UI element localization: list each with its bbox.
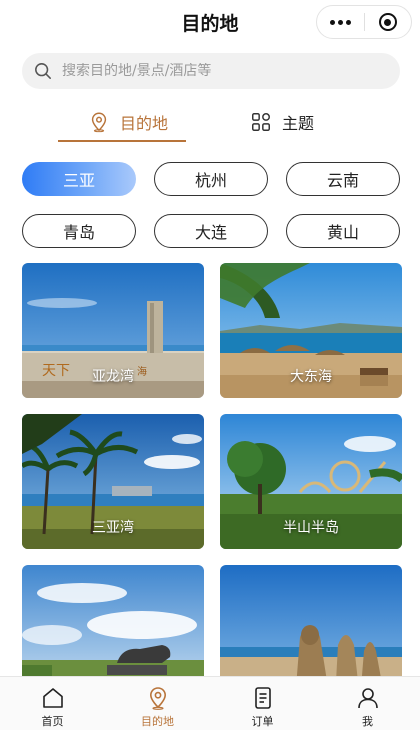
mini-program-capsule (316, 5, 412, 39)
map-pin-icon (91, 112, 107, 133)
header: 目的地 (0, 0, 420, 44)
tab-destination[interactable]: 目的地 (88, 100, 168, 144)
destination-label: 三亚湾 (92, 520, 134, 536)
chip-qingdao[interactable]: 青岛 (22, 214, 136, 248)
tabbar-label: 我 (362, 715, 373, 728)
chip-sanya[interactable]: 三亚 (22, 162, 136, 196)
destination-label: 大东海 (290, 369, 332, 385)
tabbar-item-destination[interactable]: 目的地 (105, 677, 210, 730)
tabbar-item-me[interactable]: 我 (315, 677, 420, 730)
tab-theme[interactable]: 主题 (250, 100, 314, 144)
chip-yunnan[interactable]: 云南 (286, 162, 400, 196)
tabbar-label: 订单 (251, 715, 274, 728)
destination-label: 亚龙湾 (92, 369, 134, 385)
chip-dalian[interactable]: 大连 (154, 214, 268, 248)
destination-card[interactable]: 三亚湾 (22, 414, 204, 549)
destination-label: 半山半岛 (283, 520, 339, 536)
user-icon (357, 688, 378, 709)
more-options-button[interactable] (317, 19, 364, 25)
close-mini-program-button[interactable] (365, 13, 412, 31)
tabbar-label: 目的地 (141, 715, 174, 728)
chip-huangshan[interactable]: 黄山 (286, 214, 400, 248)
dot-icon (329, 19, 335, 25)
city-chips: 三亚 杭州 云南 青岛 大连 黄山 (22, 162, 400, 248)
destination-card[interactable]: 天下 海 亚龙湾 (22, 263, 204, 398)
search-input[interactable] (62, 63, 362, 79)
search-icon (35, 63, 51, 79)
tab-theme-label: 主题 (282, 114, 315, 133)
map-pin-icon (149, 687, 166, 710)
destination-card[interactable]: 大东海 (220, 263, 402, 398)
search-bar[interactable] (22, 53, 400, 89)
page-title: 目的地 (181, 12, 239, 35)
tabbar-item-home[interactable]: 首页 (0, 677, 105, 730)
tab-destination-label: 目的地 (120, 114, 169, 133)
target-icon (378, 13, 397, 31)
active-tab-indicator (58, 140, 186, 142)
category-tabs: 目的地 主题 (0, 100, 420, 146)
chip-hangzhou[interactable]: 杭州 (154, 162, 268, 196)
bottom-tab-bar: 首页 目的地 订单 我 (0, 676, 420, 730)
order-icon (254, 687, 271, 709)
destination-card[interactable]: 半山半岛 (220, 414, 402, 549)
grid-icon (252, 113, 270, 131)
dot-icon (345, 19, 351, 25)
dot-icon (337, 19, 343, 25)
home-icon (42, 688, 63, 708)
destination-grid: 天下 海 亚龙湾 大东海 三亚湾 半山半岛 (22, 263, 402, 700)
tabbar-item-orders[interactable]: 订单 (210, 677, 315, 730)
tabbar-label: 首页 (41, 715, 64, 728)
